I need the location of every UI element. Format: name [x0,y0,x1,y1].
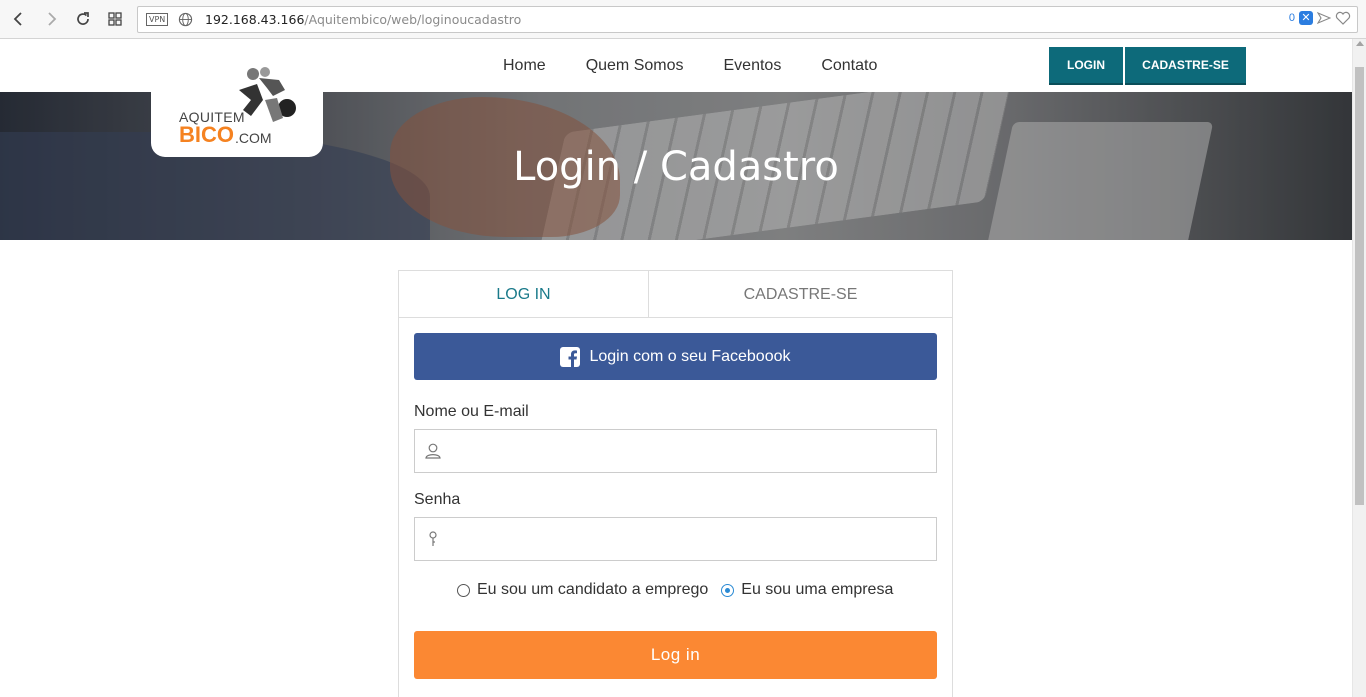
scroll-up-icon[interactable] [1356,41,1364,46]
menu-home[interactable]: Home [503,57,546,75]
radio-company[interactable] [721,583,735,597]
name-input[interactable] [453,430,933,472]
password-input[interactable] [453,518,933,560]
facebook-login-button[interactable]: Login com o seu Faceboook [414,333,937,380]
heart-icon[interactable] [1335,11,1351,25]
url-host: 192.168.43.166 [205,12,305,27]
site-logo[interactable]: AQUITEM BICO .COM [151,56,323,157]
header-signup-button[interactable]: CADASTRE-SE [1125,47,1246,85]
page-scrollbar[interactable] [1352,39,1366,697]
facebook-icon [560,346,581,367]
speed-dial-icon[interactable] [104,8,126,30]
tab-signup[interactable]: CADASTRE-SE [649,271,952,318]
password-field[interactable] [414,517,937,561]
url-text: 192.168.43.166/Aquitembico/web/loginouca… [205,12,521,27]
menu-eventos[interactable]: Eventos [724,57,782,75]
tab-login[interactable]: LOG IN [399,271,649,318]
reload-icon[interactable] [72,8,94,30]
radio-company-label[interactable]: Eu sou uma empresa [741,581,893,599]
blocked-count: 0 [1288,12,1295,24]
main-menu: Home Quem Somos Eventos Contato [503,39,917,92]
menu-contato[interactable]: Contato [821,57,877,75]
vpn-badge[interactable]: VPN [146,13,169,26]
url-path: /Aquitembico/web/loginoucadastro [304,12,522,27]
back-icon[interactable] [8,8,30,30]
logo-text-bico: BICO [179,122,234,147]
browser-toolbar: VPN 192.168.43.166/Aquitembico/web/login… [0,0,1366,39]
scroll-thumb[interactable] [1355,67,1364,505]
globe-icon [178,12,193,27]
auth-panel: LOG IN CADASTRE-SE Login com o seu Faceb… [398,270,953,697]
menu-quem-somos[interactable]: Quem Somos [586,57,684,75]
logo-text-com: .COM [235,130,272,146]
forward-icon[interactable] [40,8,62,30]
header-login-button[interactable]: LOGIN [1049,47,1123,85]
radio-candidate[interactable] [457,583,470,597]
send-icon[interactable] [1317,11,1331,25]
radio-candidate-label[interactable]: Eu sou um candidato a emprego [477,581,708,599]
name-field[interactable] [414,429,937,473]
login-submit-button[interactable]: Log in [414,631,937,679]
auth-tabs: LOG IN CADASTRE-SE [399,271,952,318]
facebook-login-label: Login com o seu Faceboook [589,347,791,365]
address-bar[interactable]: VPN 192.168.43.166/Aquitembico/web/login… [137,6,1358,33]
adblock-icon[interactable]: ✕ [1299,11,1313,25]
user-icon [425,443,441,459]
password-label: Senha [414,491,461,508]
name-label: Nome ou E-mail [414,403,529,420]
key-icon [429,531,437,546]
account-type-radios: Eu sou um candidato a emprego Eu sou uma… [457,581,906,599]
